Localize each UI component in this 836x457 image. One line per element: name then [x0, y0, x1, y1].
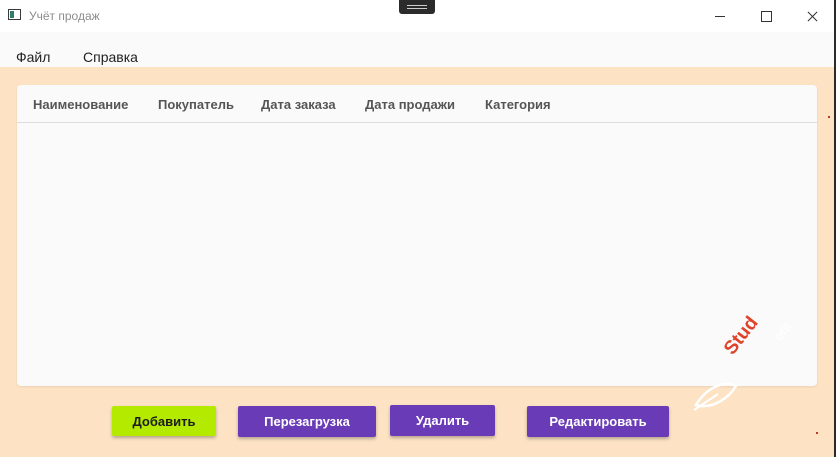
table-header: Наименование Покупатель Дата заказа Дата…	[17, 85, 817, 123]
reload-button[interactable]: Перезагрузка	[238, 406, 376, 437]
edit-button[interactable]: Редактировать	[527, 406, 669, 437]
app-icon	[8, 9, 21, 20]
column-header-sale-date[interactable]: Дата продажи	[365, 97, 455, 112]
menu-bar: Файл Справка	[0, 32, 834, 67]
column-header-name[interactable]: Наименование	[33, 97, 128, 112]
app-window: Учёт продаж Файл Справка Наименование По…	[0, 0, 834, 457]
title-bar[interactable]: Учёт продаж	[0, 0, 834, 32]
column-header-buyer[interactable]: Покупатель	[158, 97, 234, 112]
maximize-button[interactable]	[743, 0, 789, 32]
column-header-category[interactable]: Категория	[485, 97, 551, 112]
delete-button[interactable]: Удалить	[390, 405, 495, 436]
minimize-button[interactable]	[697, 0, 743, 32]
menu-file[interactable]: Файл	[16, 49, 50, 65]
decorative-dot	[828, 116, 830, 118]
window-title: Учёт продаж	[29, 9, 100, 23]
add-button[interactable]: Добавить	[112, 406, 216, 436]
menu-help[interactable]: Справка	[83, 49, 138, 65]
close-button[interactable]	[789, 0, 834, 32]
drag-handle-icon[interactable]	[399, 0, 435, 14]
column-header-order-date[interactable]: Дата заказа	[261, 97, 336, 112]
decorative-dot	[816, 432, 818, 434]
